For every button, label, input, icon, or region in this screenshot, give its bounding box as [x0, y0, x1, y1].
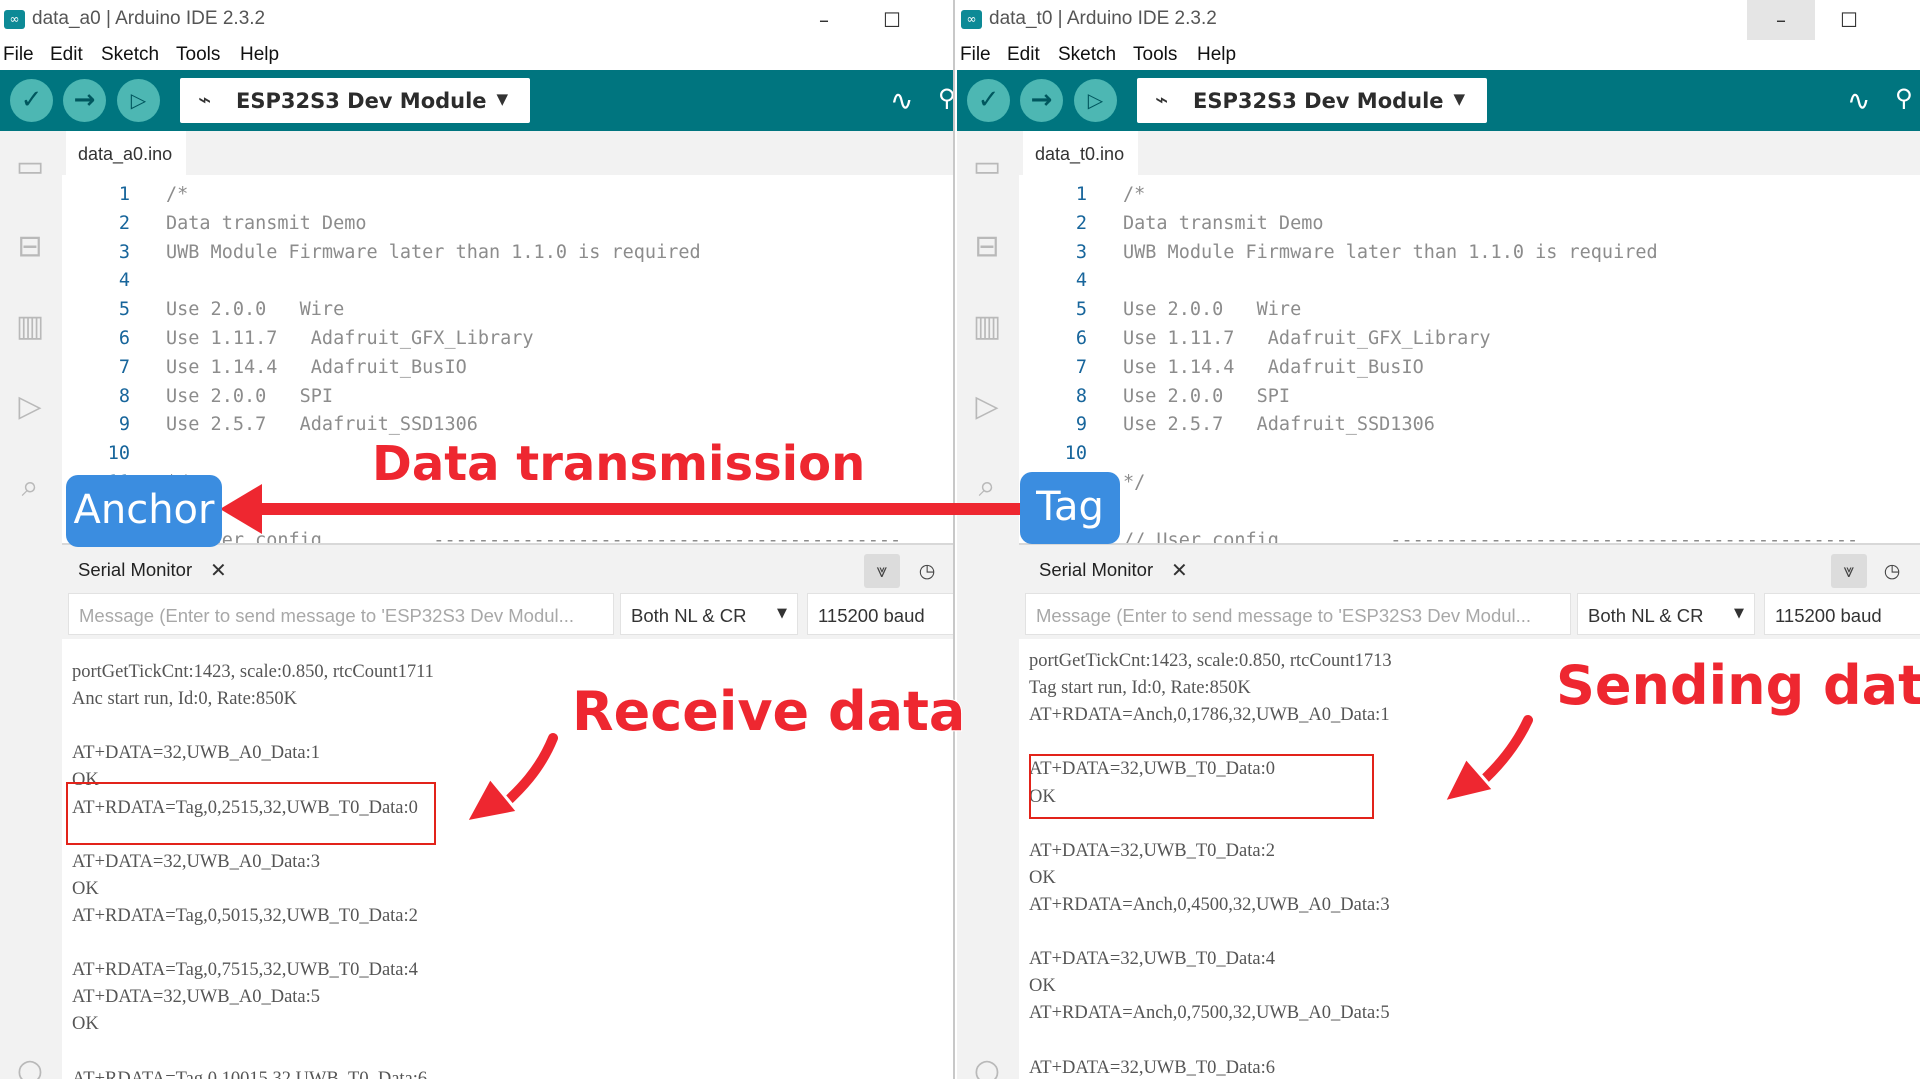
receive-pointer-arrow	[463, 730, 561, 825]
data-transmission-label: Data transmission	[371, 435, 866, 493]
send-pointer-arrow	[1441, 712, 1536, 805]
anchor-badge: Anchor	[66, 475, 222, 547]
sending-data-label: Sending data	[1555, 653, 1920, 718]
tag-badge: Tag	[1020, 472, 1120, 544]
receive-data-label: Receive data	[571, 679, 966, 744]
annotation-overlay	[220, 484, 1536, 825]
